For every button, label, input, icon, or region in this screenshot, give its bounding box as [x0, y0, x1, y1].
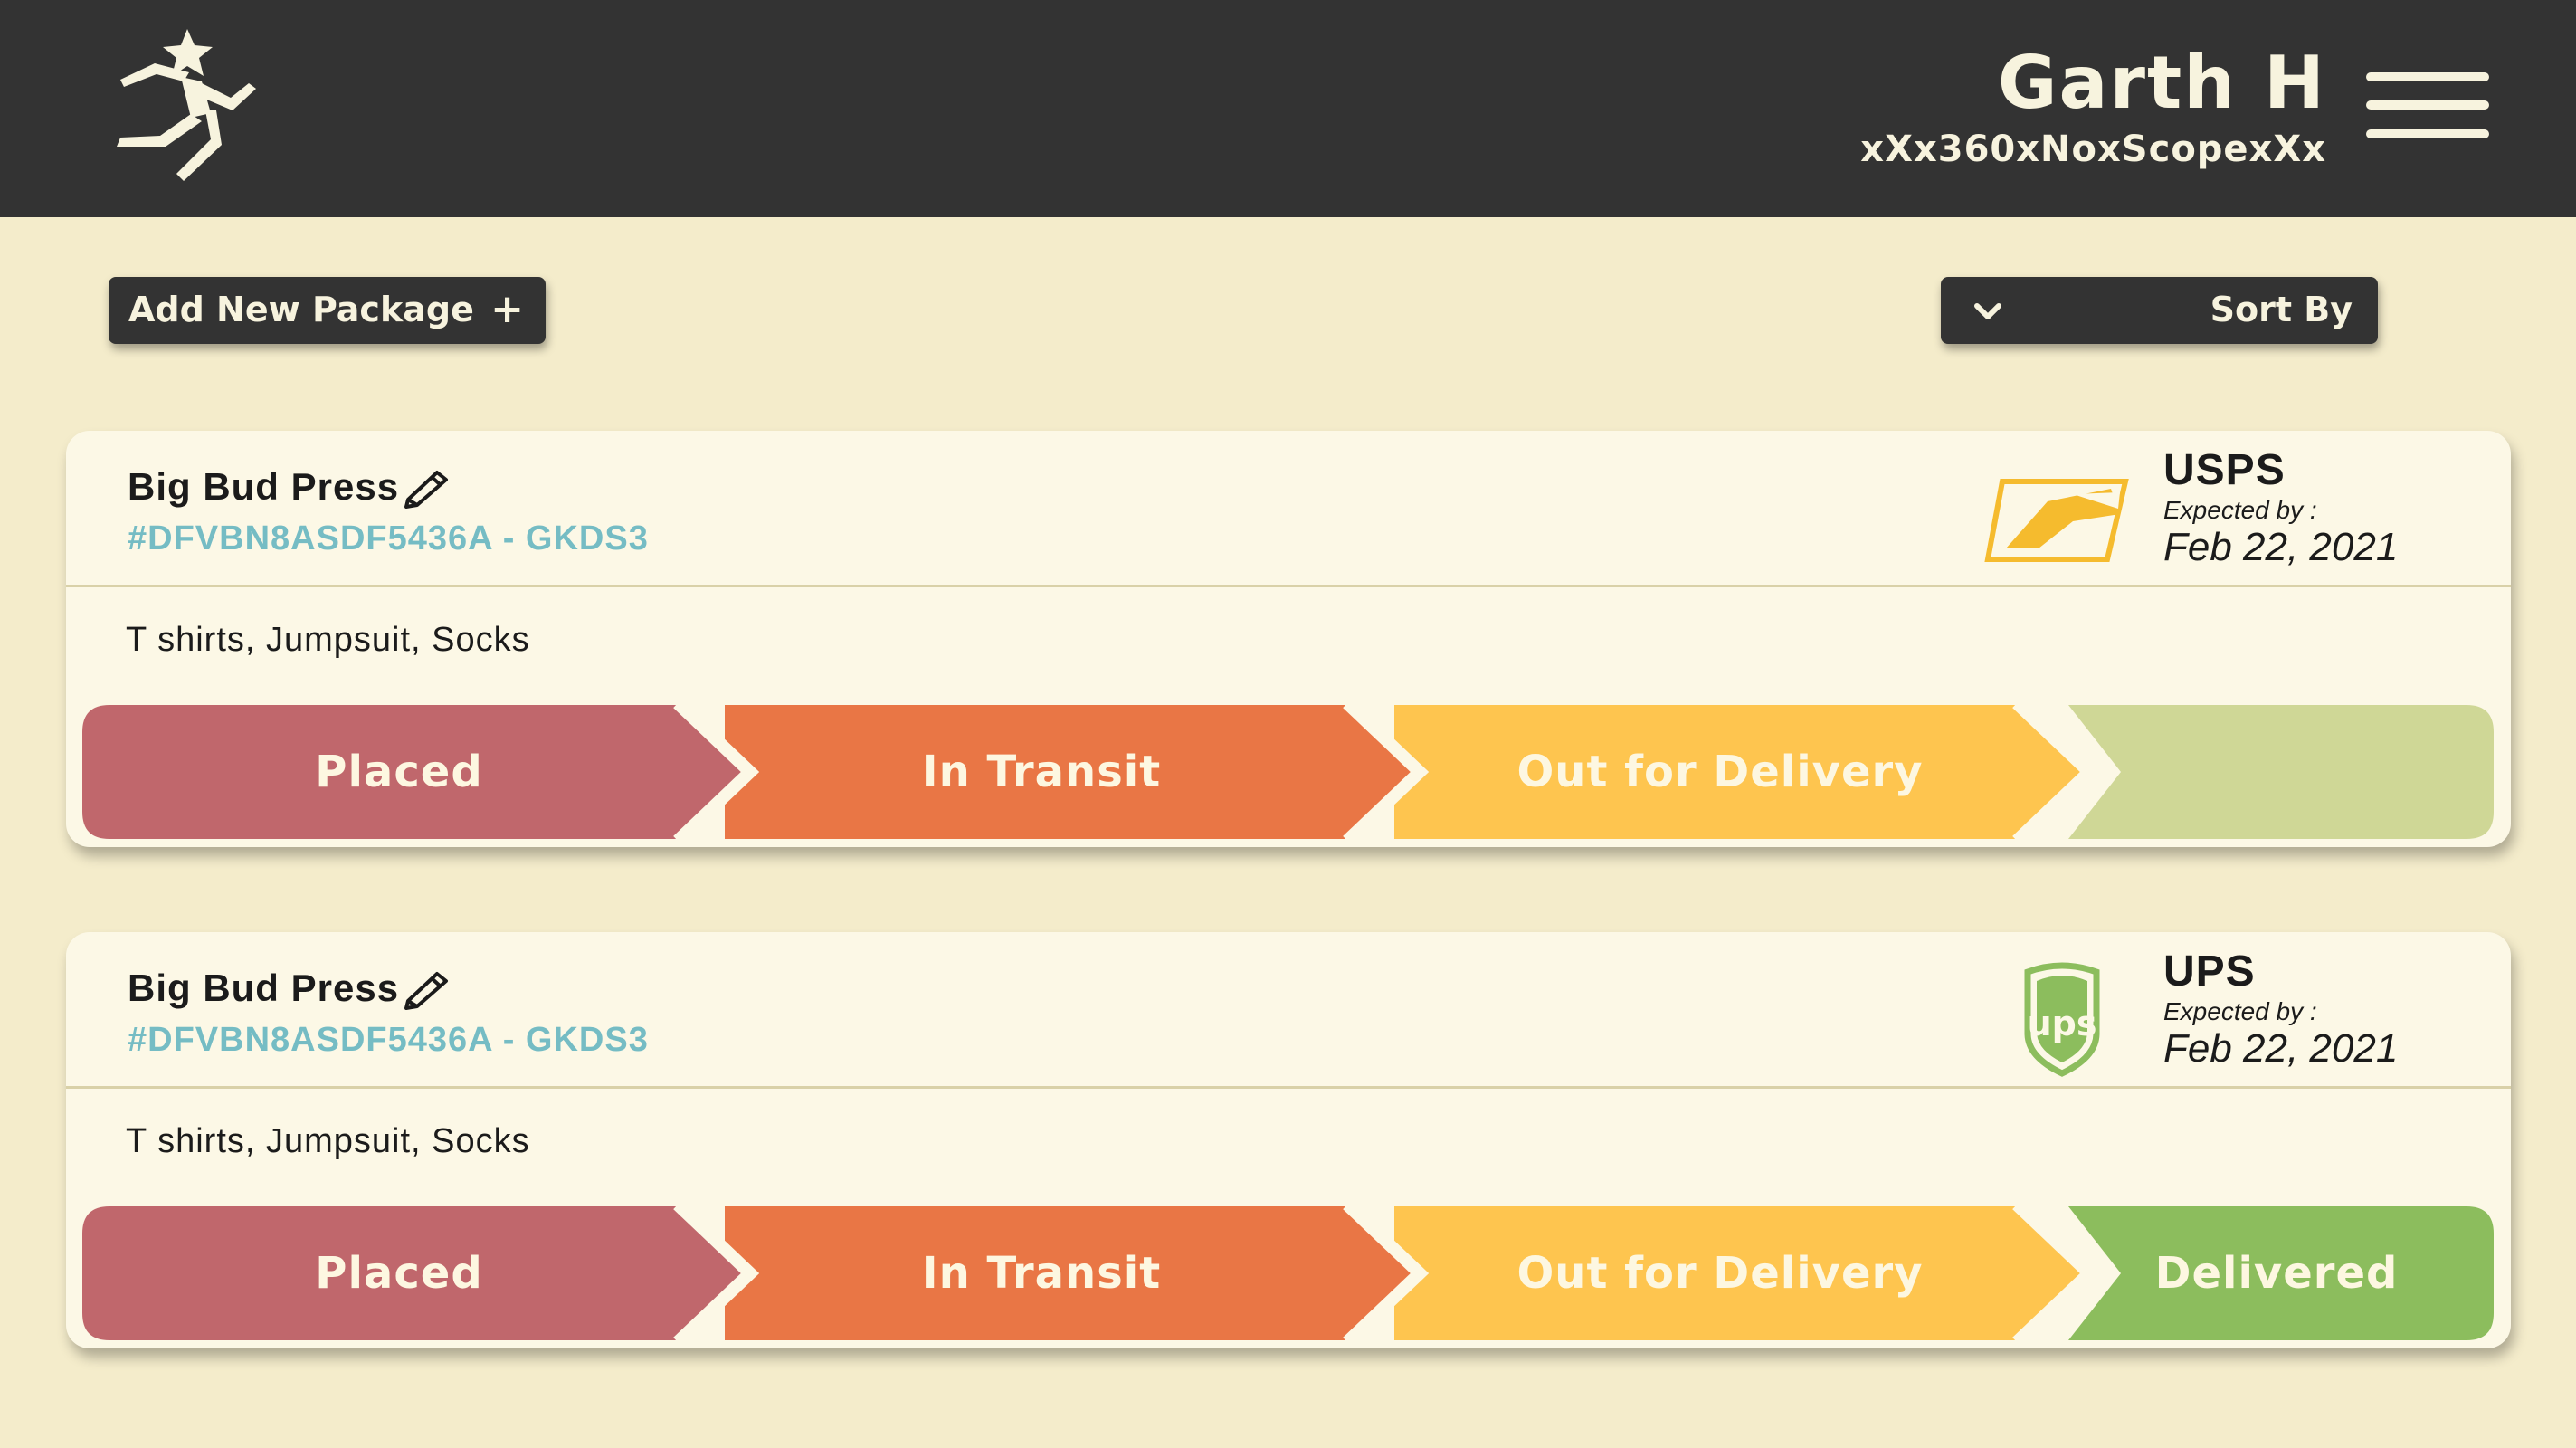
package-items: T shirts, Jumpsuit, Socks [126, 1122, 530, 1160]
sort-by-label: Sort By [2210, 290, 2353, 329]
package-items: T shirts, Jumpsuit, Socks [126, 621, 530, 659]
expected-label: Expected by : [2163, 496, 2317, 524]
user-block[interactable]: Garth H xXx360xNoxScopexXx [1860, 38, 2326, 170]
stage-label-placed: Placed [315, 1248, 483, 1299]
add-new-package-button[interactable]: Add New Package + [109, 277, 546, 344]
stage-label-delivered [2073, 705, 2480, 839]
user-name: Garth H [1997, 41, 2326, 125]
pencil-edit-icon[interactable] [401, 463, 452, 509]
svg-text:ups: ups [2028, 1004, 2097, 1043]
progress-tracker: Placed In Transit Out for Delivery [82, 705, 2494, 839]
stage-label-out-for-delivery: Out for Delivery [1516, 1248, 1924, 1299]
carrier-name: UPS [2163, 948, 2256, 996]
card-divider [66, 1086, 2511, 1089]
store-name: Big Bud Press [128, 967, 400, 1009]
stage-label-out-for-delivery: Out for Delivery [1516, 747, 1924, 797]
stage-label-placed: Placed [315, 747, 483, 797]
user-handle: xXx360xNoxScopexXx [1860, 129, 2326, 170]
sort-by-dropdown[interactable]: Sort By [1941, 277, 2378, 344]
store-name: Big Bud Press [128, 465, 400, 508]
package-card[interactable]: Big Bud Press #DFVBN8ASDF5436A - GKDS3 U… [66, 431, 2511, 847]
ups-shield-logo-icon: ups [2024, 962, 2100, 1077]
expected-label: Expected by : [2163, 997, 2317, 1025]
expected-date: Feb 22, 2021 [2163, 1026, 2399, 1071]
plus-icon: + [490, 286, 524, 332]
stage-label-in-transit: In Transit [921, 747, 1162, 797]
running-star-figure-icon[interactable] [95, 27, 258, 186]
pencil-edit-icon[interactable] [401, 965, 452, 1010]
card-divider [66, 585, 2511, 587]
progress-tracker: Placed In Transit Out for Delivery Deliv… [82, 1206, 2494, 1340]
expected-date: Feb 22, 2021 [2163, 525, 2399, 569]
top-bar: Garth H xXx360xNoxScopexXx [0, 0, 2576, 217]
stage-label-in-transit: In Transit [921, 1248, 1162, 1299]
tracking-number: #DFVBN8ASDF5436A - GKDS3 [128, 1021, 649, 1059]
package-card[interactable]: Big Bud Press #DFVBN8ASDF5436A - GKDS3 u… [66, 932, 2511, 1348]
add-package-label: Add New Package [128, 290, 474, 329]
hamburger-menu-icon[interactable] [2366, 72, 2489, 141]
tracking-number: #DFVBN8ASDF5436A - GKDS3 [128, 519, 649, 557]
stage-label-delivered: Delivered [2154, 1248, 2399, 1299]
usps-eagle-logo-icon [1984, 479, 2129, 562]
carrier-name: USPS [2163, 446, 2286, 494]
chevron-down-icon [1974, 303, 2001, 319]
